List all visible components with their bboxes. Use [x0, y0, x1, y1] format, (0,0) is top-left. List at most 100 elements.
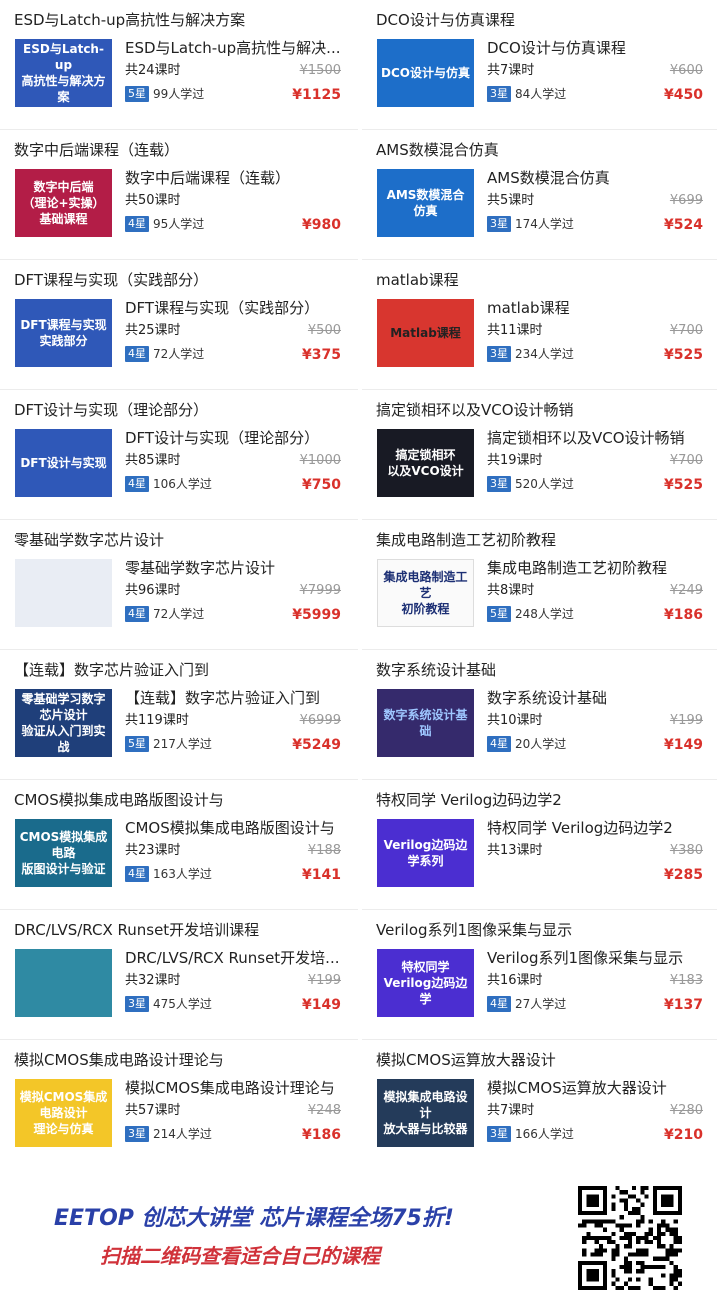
course-thumbnail[interactable]: 特权同学 Verilog边码边学: [377, 949, 474, 1017]
course-info: DCO设计与仿真课程 共7课时 ¥600 3星 84人学过 ¥450: [487, 37, 703, 109]
course-card[interactable]: Verilog系列1图像采集与显示 特权同学 Verilog边码边学 Verilog…: [362, 910, 717, 1040]
course-name[interactable]: CMOS模拟集成电路版图设计与: [125, 817, 341, 839]
learner-count: 72人学过: [153, 347, 205, 361]
course-thumbnail[interactable]: ESD与Latch-up 高抗性与解决方案: [15, 39, 112, 107]
course-card[interactable]: 模拟CMOS运算放大器设计 模拟集成电路设计 放大器与比较器 模拟CMOS运算放大器…: [362, 1040, 717, 1170]
course-heading[interactable]: matlab课程: [376, 268, 712, 292]
course-name[interactable]: 集成电路制造工艺初阶教程: [487, 557, 703, 579]
course-heading[interactable]: 模拟CMOS运算放大器设计: [376, 1048, 712, 1072]
course-card[interactable]: matlab课程 Matlab课程 matlab课程 共11课时 ¥700 3星 234人学…: [362, 260, 717, 390]
course-thumbnail[interactable]: 模拟CMOS集成电路设计 理论与仿真: [15, 1079, 112, 1147]
course-name[interactable]: AMS数模混合仿真: [487, 167, 703, 189]
lesson-count: 共119课时: [125, 713, 189, 728]
course-name[interactable]: 特权同学 Verilog边码边学2: [487, 817, 703, 839]
course-thumbnail[interactable]: 集成电路制造工艺 初阶教程: [377, 559, 474, 627]
course-heading[interactable]: 搞定锁相环以及VCO设计畅销: [376, 398, 712, 422]
course-card[interactable]: ESD与Latch-up高抗性与解决方案 ESD与Latch-up 高抗性与解决方…: [0, 0, 358, 130]
course-info: ESD与Latch-up高抗性与解决... 共24课时 ¥1500 5星 99人学过 ¥1…: [125, 37, 341, 109]
course-name[interactable]: 【连载】数字芯片验证入门到: [125, 687, 341, 709]
course-name[interactable]: DFT课程与实现（实践部分）: [125, 297, 341, 319]
course-heading[interactable]: 零基础学数字芯片设计: [14, 528, 350, 552]
course-thumbnail[interactable]: DFT设计与实现: [15, 429, 112, 497]
course-heading[interactable]: DRC/LVS/RCX Runset开发培训课程: [14, 918, 350, 942]
sale-price: ¥149: [302, 997, 341, 1013]
course-info: AMS数模混合仿真 共5课时 ¥699 3星 174人学过 ¥524: [487, 167, 703, 239]
course-info: DRC/LVS/RCX Runset开发培... 共32课时 ¥199 3星 475人学…: [125, 947, 341, 1019]
course-thumbnail[interactable]: CMOS模拟集成电路 版图设计与验证: [15, 819, 112, 887]
course-name[interactable]: 零基础学数字芯片设计: [125, 557, 341, 579]
course-name[interactable]: DFT设计与实现（理论部分）: [125, 427, 341, 449]
course-name[interactable]: 数字系统设计基础: [487, 687, 703, 709]
course-heading[interactable]: 特权同学 Verilog边码边学2: [376, 788, 712, 812]
sale-price: ¥375: [302, 347, 341, 363]
course-name[interactable]: 搞定锁相环以及VCO设计畅销: [487, 427, 703, 449]
course-heading[interactable]: DFT设计与实现（理论部分）: [14, 398, 350, 422]
course-card[interactable]: 数字中后端课程（连载） 数字中后端 （理论+实操）基础课程 数字中后端课程（连载）共…: [0, 130, 358, 260]
course-heading[interactable]: 模拟CMOS集成电路设计理论与: [14, 1048, 350, 1072]
course-info: 数字中后端课程（连载） 共50课时 4星 95人学过 ¥980: [125, 167, 341, 239]
qr-code[interactable]: [578, 1186, 682, 1290]
course-card[interactable]: DFT课程与实现（实践部分） DFT课程与实现 实践部分 DFT课程与实现（实践部分…: [0, 260, 358, 390]
course-thumbnail[interactable]: DFT课程与实现 实践部分: [15, 299, 112, 367]
course-card[interactable]: DFT设计与实现（理论部分） DFT设计与实现 DFT设计与实现（理论部分） 共85课…: [0, 390, 358, 520]
course-name[interactable]: 模拟CMOS运算放大器设计: [487, 1077, 703, 1099]
course-heading[interactable]: AMS数模混合仿真: [376, 138, 712, 162]
course-card[interactable]: 集成电路制造工艺初阶教程 集成电路制造工艺 初阶教程 集成电路制造工艺初阶教程 共8课…: [362, 520, 717, 650]
course-thumbnail[interactable]: Matlab课程: [377, 299, 474, 367]
course-card[interactable]: CMOS模拟集成电路版图设计与 CMOS模拟集成电路 版图设计与验证 CMOS模拟集…: [0, 780, 358, 910]
course-heading[interactable]: CMOS模拟集成电路版图设计与: [14, 788, 350, 812]
course-thumbnail[interactable]: 模拟集成电路设计 放大器与比较器: [377, 1079, 474, 1147]
sale-price: ¥525: [664, 477, 703, 493]
course-thumbnail[interactable]: AMS数模混合 仿真: [377, 169, 474, 237]
course-heading[interactable]: ESD与Latch-up高抗性与解决方案: [14, 8, 350, 32]
course-thumbnail[interactable]: Verilog边码边学系列: [377, 819, 474, 887]
course-name[interactable]: DRC/LVS/RCX Runset开发培...: [125, 947, 341, 969]
thumbnail-text: 数字中后端 （理论+实操）基础课程: [22, 180, 105, 226]
course-thumbnail[interactable]: [15, 949, 112, 1017]
course-card[interactable]: 零基础学数字芯片设计 零基础学数字芯片设计 共96课时 ¥7999 4星 72人学过 ¥59…: [0, 520, 358, 650]
course-name[interactable]: Verilog系列1图像采集与显示: [487, 947, 703, 969]
course-heading[interactable]: DFT课程与实现（实践部分）: [14, 268, 350, 292]
learner-count: 99人学过: [153, 87, 205, 101]
course-thumbnail[interactable]: 搞定锁相环 以及VCO设计: [377, 429, 474, 497]
course-heading[interactable]: 数字中后端课程（连载）: [14, 138, 350, 162]
learner-count: 248人学过: [515, 607, 574, 621]
thumbnail-text: CMOS模拟集成电路 版图设计与验证: [19, 830, 108, 876]
original-price: ¥500: [307, 323, 341, 338]
course-card[interactable]: 模拟CMOS集成电路设计理论与 模拟CMOS集成电路设计 理论与仿真 模拟CMOS集…: [0, 1040, 358, 1170]
course-thumbnail[interactable]: 数字系统设计基础: [377, 689, 474, 757]
course-thumbnail[interactable]: 零基础学习数字芯片设计 验证从入门到实战: [15, 689, 112, 757]
sale-price: ¥210: [664, 1127, 703, 1143]
course-thumbnail[interactable]: 数字中后端 （理论+实操）基础课程: [15, 169, 112, 237]
course-info: 搞定锁相环以及VCO设计畅销 共19课时 ¥700 3星 520人学过 ¥525: [487, 427, 703, 499]
original-price: ¥7999: [299, 583, 341, 598]
thumbnail-text: DFT课程与实现 实践部分: [20, 318, 107, 348]
course-card[interactable]: DRC/LVS/RCX Runset开发培训课程 DRC/LVS/RCX Runs…: [0, 910, 358, 1040]
course-heading[interactable]: Verilog系列1图像采集与显示: [376, 918, 712, 942]
banner-subline: 扫描二维码查看适合自己的课程: [100, 1244, 380, 1268]
star-badge: 4星: [125, 476, 149, 492]
course-heading[interactable]: 集成电路制造工艺初阶教程: [376, 528, 712, 552]
course-name[interactable]: ESD与Latch-up高抗性与解决...: [125, 37, 341, 59]
course-heading[interactable]: 【连载】数字芯片验证入门到: [14, 658, 350, 682]
course-card[interactable]: 特权同学 Verilog边码边学2 Verilog边码边学系列 特权同学 Veril…: [362, 780, 717, 910]
course-card[interactable]: 【连载】数字芯片验证入门到 零基础学习数字芯片设计 验证从入门到实战 【连载】数字芯…: [0, 650, 358, 780]
learner-count: 84人学过: [515, 87, 567, 101]
course-thumbnail[interactable]: [15, 559, 112, 627]
course-name[interactable]: 数字中后端课程（连载）: [125, 167, 341, 189]
course-thumbnail[interactable]: DCO设计与仿真: [377, 39, 474, 107]
course-name[interactable]: DCO设计与仿真课程: [487, 37, 703, 59]
course-heading[interactable]: 数字系统设计基础: [376, 658, 712, 682]
course-name[interactable]: matlab课程: [487, 297, 703, 319]
course-card[interactable]: 搞定锁相环以及VCO设计畅销 搞定锁相环 以及VCO设计 搞定锁相环以及VCO设计畅…: [362, 390, 717, 520]
course-card[interactable]: DCO设计与仿真课程 DCO设计与仿真 DCO设计与仿真课程 共7课时 ¥600 3星 84…: [362, 0, 717, 130]
course-name[interactable]: 模拟CMOS集成电路设计理论与: [125, 1077, 341, 1099]
course-card[interactable]: AMS数模混合仿真 AMS数模混合 仿真 AMS数模混合仿真 共5课时 ¥699 3星 17…: [362, 130, 717, 260]
lesson-count: 共7课时: [487, 1103, 535, 1118]
star-badge: 3星: [487, 476, 511, 492]
original-price: ¥700: [669, 323, 703, 338]
star-badge: 3星: [487, 1126, 511, 1142]
original-price: ¥1500: [299, 63, 341, 78]
course-heading[interactable]: DCO设计与仿真课程: [376, 8, 712, 32]
course-card[interactable]: 数字系统设计基础 数字系统设计基础 数字系统设计基础 共10课时 ¥199 4星 20人学过…: [362, 650, 717, 780]
